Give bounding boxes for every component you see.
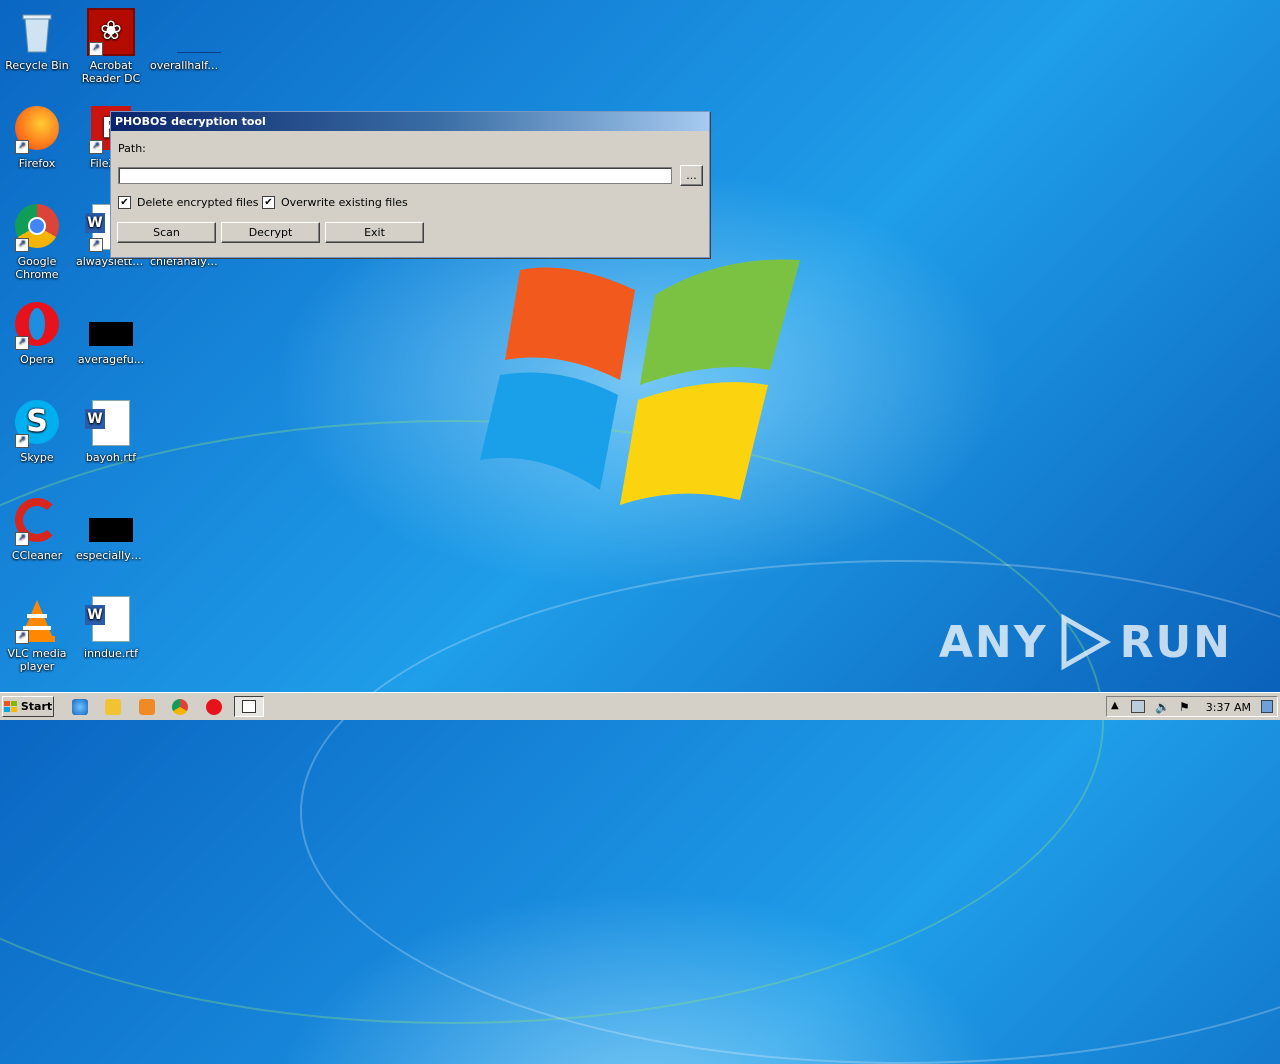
desktop-icon-opera[interactable]: ↗ Opera bbox=[0, 302, 74, 366]
shortcut-arrow-icon: ↗ bbox=[15, 336, 29, 350]
shortcut-arrow-icon: ↗ bbox=[15, 630, 29, 644]
taskbar: Start ▲ 🔉 ⚑ 3:37 AM bbox=[0, 692, 1280, 720]
desktop-icon-skype[interactable]: S ↗ Skype bbox=[0, 400, 74, 464]
browse-button[interactable]: ... bbox=[680, 165, 703, 186]
shortcut-arrow-icon: ↗ bbox=[15, 238, 29, 252]
windows-flag-icon bbox=[3, 700, 18, 713]
skype-icon: S ↗ bbox=[13, 400, 61, 448]
checkbox-check-icon[interactable]: ✔ bbox=[262, 196, 275, 209]
desktop-icon-averagefu[interactable]: averagefu... bbox=[74, 302, 148, 366]
shortcut-arrow-icon: ↗ bbox=[15, 140, 29, 154]
anyrun-watermark: ANY RUN bbox=[939, 612, 1232, 672]
checkbox-check-icon[interactable]: ✔ bbox=[118, 196, 131, 209]
phobos-tool-icon bbox=[242, 700, 256, 713]
network-icon[interactable] bbox=[1131, 700, 1145, 713]
decrypt-button[interactable]: Decrypt bbox=[221, 222, 320, 243]
desktop-icon-recycle-bin[interactable]: Recycle Bin bbox=[0, 8, 74, 72]
desktop-icon-acrobat[interactable]: ❀ ↗ Acrobat Reader DC bbox=[74, 8, 148, 85]
desktop-wallpaper bbox=[0, 0, 1280, 1064]
scan-button[interactable]: Scan bbox=[117, 222, 216, 243]
action-center-flag-icon[interactable]: ⚑ bbox=[1179, 700, 1193, 714]
blank-file-icon bbox=[161, 8, 221, 56]
volume-icon[interactable]: 🔉 bbox=[1155, 700, 1170, 714]
overwrite-existing-checkbox[interactable]: ✔ Overwrite existing files bbox=[262, 196, 408, 209]
chrome-icon[interactable] bbox=[172, 699, 188, 715]
desktop-icon-especiallyh[interactable]: especiallyh... bbox=[74, 498, 148, 562]
system-tray: ▲ 🔉 ⚑ 3:37 AM bbox=[1106, 696, 1278, 717]
word-doc-icon: W bbox=[85, 400, 135, 448]
acrobat-icon: ❀ ↗ bbox=[87, 8, 135, 56]
desktop-icon-chrome[interactable]: ↗ Google Chrome bbox=[0, 204, 74, 281]
path-input[interactable] bbox=[118, 167, 672, 184]
vlc-icon: ↗ bbox=[13, 596, 61, 644]
windows-logo-wallpaper bbox=[480, 259, 800, 505]
delete-encrypted-checkbox[interactable]: ✔ Delete encrypted files bbox=[118, 196, 258, 209]
desktop-icon-vlc[interactable]: ↗ VLC media player bbox=[0, 596, 74, 673]
black-file-icon bbox=[87, 302, 135, 350]
shortcut-arrow-icon: ↗ bbox=[15, 434, 29, 448]
delete-encrypted-label: Delete encrypted files bbox=[137, 196, 259, 209]
start-button[interactable]: Start bbox=[2, 696, 54, 717]
desktop-icon-ccleaner[interactable]: ↗ CCleaner bbox=[0, 498, 74, 562]
opera-icon[interactable] bbox=[206, 699, 222, 715]
exit-button[interactable]: Exit bbox=[325, 222, 424, 243]
play-logo-icon bbox=[1061, 613, 1111, 671]
ccleaner-icon: ↗ bbox=[13, 498, 61, 546]
chrome-icon: ↗ bbox=[13, 204, 61, 252]
show-desktop-icon[interactable] bbox=[1261, 700, 1273, 713]
recycle-bin-icon bbox=[13, 8, 61, 56]
dialog-title[interactable]: PHOBOS decryption tool bbox=[111, 112, 709, 131]
opera-icon: ↗ bbox=[13, 302, 61, 350]
ie-icon[interactable] bbox=[72, 699, 88, 715]
taskbar-item-phobos-tool[interactable] bbox=[234, 696, 264, 717]
desktop-icon-bayoh[interactable]: W bayoh.rtf bbox=[74, 400, 148, 464]
overwrite-existing-label: Overwrite existing files bbox=[281, 196, 408, 209]
media-player-icon[interactable] bbox=[139, 699, 155, 715]
explorer-icon[interactable] bbox=[105, 699, 121, 715]
firefox-icon: ↗ bbox=[13, 106, 61, 154]
show-hidden-icons-icon[interactable]: ▲ bbox=[1111, 700, 1125, 713]
desktop-icon-overallhalf[interactable]: overallhalf.... bbox=[148, 8, 222, 72]
taskbar-clock[interactable]: 3:37 AM bbox=[1206, 701, 1251, 714]
desktop-icon-firefox[interactable]: ↗ Firefox bbox=[0, 106, 74, 170]
word-doc-icon: W bbox=[85, 596, 135, 644]
shortcut-arrow-icon: ↗ bbox=[89, 238, 103, 252]
black-file-icon bbox=[87, 498, 135, 546]
desktop-icon-inndue[interactable]: W inndue.rtf bbox=[74, 596, 148, 660]
shortcut-arrow-icon: ↗ bbox=[89, 42, 103, 56]
shortcut-arrow-icon: ↗ bbox=[15, 532, 29, 546]
phobos-decryption-dialog: PHOBOS decryption tool Path: ... ✔ Delet… bbox=[110, 111, 710, 258]
path-label: Path: bbox=[118, 142, 146, 155]
shortcut-arrow-icon: ↗ bbox=[89, 140, 103, 154]
